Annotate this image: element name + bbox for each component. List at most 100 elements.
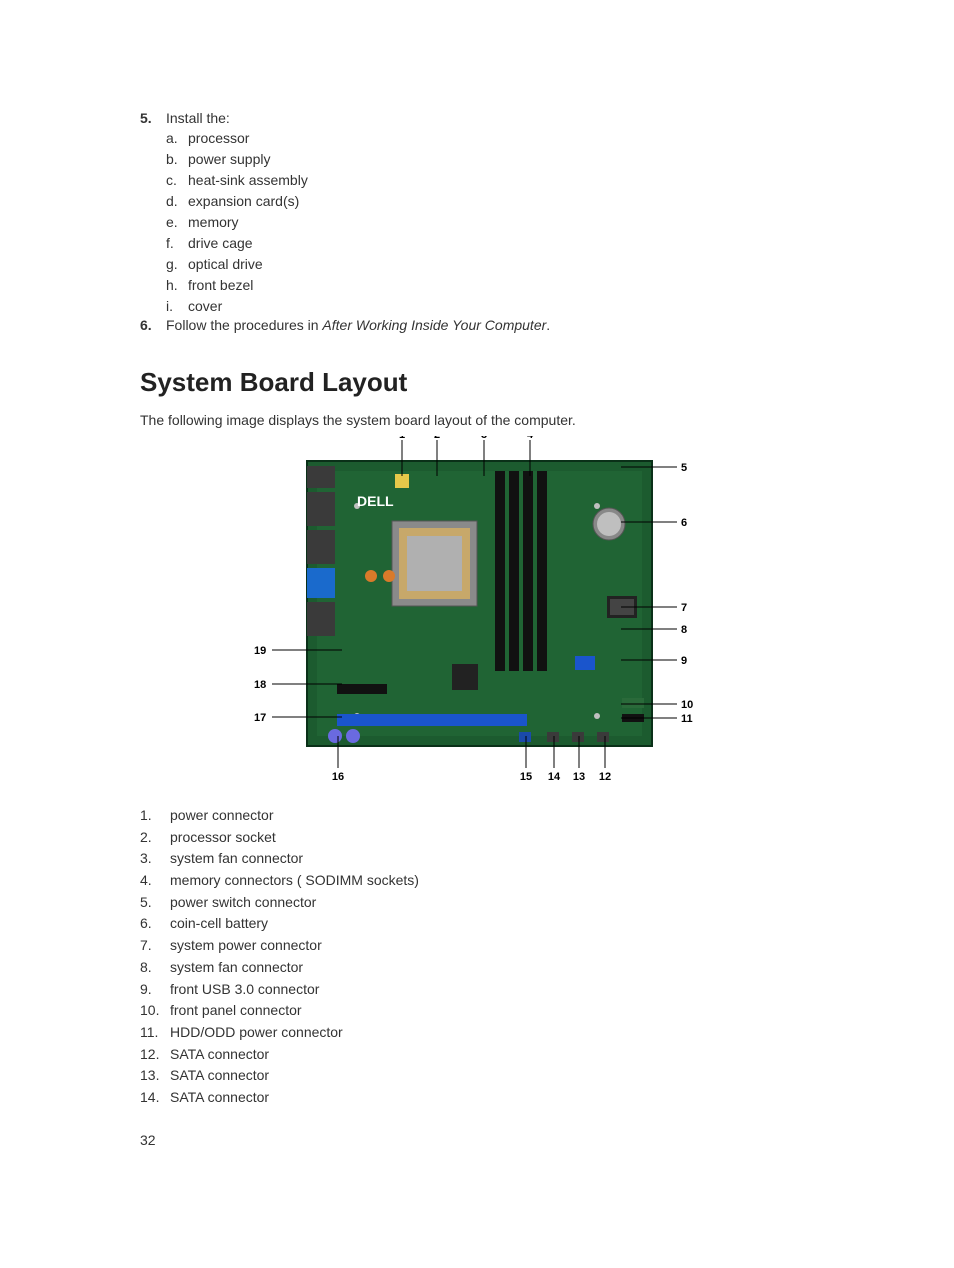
- legend-num: 3.: [140, 848, 170, 870]
- legend-text: SATA connector: [170, 1044, 269, 1066]
- sub-text: drive cage: [188, 233, 253, 254]
- legend-text: SATA connector: [170, 1087, 269, 1109]
- legend-text: coin-cell battery: [170, 913, 268, 935]
- callout-label: 9: [681, 655, 687, 667]
- sub-letter: f.: [166, 233, 188, 254]
- legend-text: SATA connector: [170, 1065, 269, 1087]
- legend-item: 10.front panel connector: [140, 1000, 814, 1022]
- legend-item: 12.SATA connector: [140, 1044, 814, 1066]
- legend-item: 1.power connector: [140, 805, 814, 827]
- step-marker: 5.: [140, 110, 166, 126]
- legend-text: power switch connector: [170, 892, 316, 914]
- sub-item: a.processor: [166, 128, 814, 149]
- page-number: 32: [140, 1132, 156, 1148]
- legend-text: memory connectors ( SODIMM sockets): [170, 870, 419, 892]
- legend-text: system fan connector: [170, 848, 303, 870]
- legend-text: power connector: [170, 805, 274, 827]
- legend-num: 2.: [140, 827, 170, 849]
- legend-item: 6.coin-cell battery: [140, 913, 814, 935]
- legend-text: processor socket: [170, 827, 276, 849]
- legend-num: 4.: [140, 870, 170, 892]
- step-6-italic: After Working Inside Your Computer: [322, 317, 546, 333]
- legend-item: 3.system fan connector: [140, 848, 814, 870]
- callout-label: 7: [681, 602, 687, 614]
- callout-label: 12: [599, 771, 611, 783]
- legend-item: 9.front USB 3.0 connector: [140, 979, 814, 1001]
- legend-text: front panel connector: [170, 1000, 302, 1022]
- step-6: 6. Follow the procedures in After Workin…: [140, 317, 814, 333]
- legend-item: 5.power switch connector: [140, 892, 814, 914]
- callout-label: 15: [520, 771, 532, 783]
- callout-label: 1: [399, 436, 405, 441]
- step-6-prefix: Follow the procedures in: [166, 317, 322, 333]
- callout-label: 11: [681, 713, 693, 725]
- callout-label: 19: [254, 645, 266, 657]
- sub-text: front bezel: [188, 275, 253, 296]
- sub-letter: i.: [166, 296, 188, 317]
- section-heading: System Board Layout: [140, 367, 814, 398]
- legend-list: 1.power connector2.processor socket3.sys…: [140, 805, 814, 1109]
- sub-item: c.heat-sink assembly: [166, 170, 814, 191]
- sub-item: d.expansion card(s): [166, 191, 814, 212]
- system-board-figure: DELL 12345678910111918171615141312: [140, 436, 814, 789]
- sub-text: memory: [188, 212, 239, 233]
- legend-text: HDD/ODD power connector: [170, 1022, 343, 1044]
- sub-text: expansion card(s): [188, 191, 299, 212]
- install-steps: 5. Install the: a.processorb.power suppl…: [140, 110, 814, 333]
- legend-num: 13.: [140, 1065, 170, 1087]
- motherboard-diagram: DELL 12345678910111918171615141312: [247, 436, 707, 786]
- sub-text: heat-sink assembly: [188, 170, 308, 191]
- legend-item: 8.system fan connector: [140, 957, 814, 979]
- sub-item: i.cover: [166, 296, 814, 317]
- legend-num: 11.: [140, 1022, 170, 1044]
- intro-text: The following image displays the system …: [140, 412, 814, 428]
- legend-item: 2.processor socket: [140, 827, 814, 849]
- sub-letter: h.: [166, 275, 188, 296]
- sub-letter: b.: [166, 149, 188, 170]
- sub-text: optical drive: [188, 254, 263, 275]
- sub-item: g.optical drive: [166, 254, 814, 275]
- sub-text: power supply: [188, 149, 271, 170]
- step-5: 5. Install the:: [140, 110, 814, 126]
- callout-label: 14: [548, 771, 561, 783]
- callout-label: 13: [573, 771, 585, 783]
- legend-item: 7.system power connector: [140, 935, 814, 957]
- sub-item: f.drive cage: [166, 233, 814, 254]
- legend-num: 5.: [140, 892, 170, 914]
- callout-label: 10: [681, 699, 693, 711]
- legend-num: 9.: [140, 979, 170, 1001]
- sub-text: processor: [188, 128, 249, 149]
- callout-label: 6: [681, 517, 687, 529]
- legend-num: 1.: [140, 805, 170, 827]
- sub-letter: a.: [166, 128, 188, 149]
- legend-item: 11.HDD/ODD power connector: [140, 1022, 814, 1044]
- callout-label: 16: [332, 771, 344, 783]
- legend-item: 14.SATA connector: [140, 1087, 814, 1109]
- sub-letter: d.: [166, 191, 188, 212]
- sub-letter: g.: [166, 254, 188, 275]
- callout-label: 18: [254, 679, 266, 691]
- legend-num: 7.: [140, 935, 170, 957]
- callout-label: 5: [681, 462, 687, 474]
- sub-letter: c.: [166, 170, 188, 191]
- step-text: Install the:: [166, 110, 814, 126]
- legend-num: 12.: [140, 1044, 170, 1066]
- legend-num: 8.: [140, 957, 170, 979]
- step-5-sublist: a.processorb.power supplyc.heat-sink ass…: [166, 128, 814, 317]
- legend-text: front USB 3.0 connector: [170, 979, 319, 1001]
- step-marker: 6.: [140, 317, 166, 333]
- legend-item: 4.memory connectors ( SODIMM sockets): [140, 870, 814, 892]
- step-6-suffix: .: [546, 317, 550, 333]
- legend-item: 13.SATA connector: [140, 1065, 814, 1087]
- callout-label: 4: [527, 436, 534, 441]
- callout-label: 2: [434, 436, 440, 441]
- callout-label: 17: [254, 712, 266, 724]
- legend-text: system fan connector: [170, 957, 303, 979]
- callout-label: 8: [681, 624, 687, 636]
- sub-letter: e.: [166, 212, 188, 233]
- sub-item: b.power supply: [166, 149, 814, 170]
- sub-item: h.front bezel: [166, 275, 814, 296]
- legend-num: 10.: [140, 1000, 170, 1022]
- sub-text: cover: [188, 296, 222, 317]
- step-text: Follow the procedures in After Working I…: [166, 317, 814, 333]
